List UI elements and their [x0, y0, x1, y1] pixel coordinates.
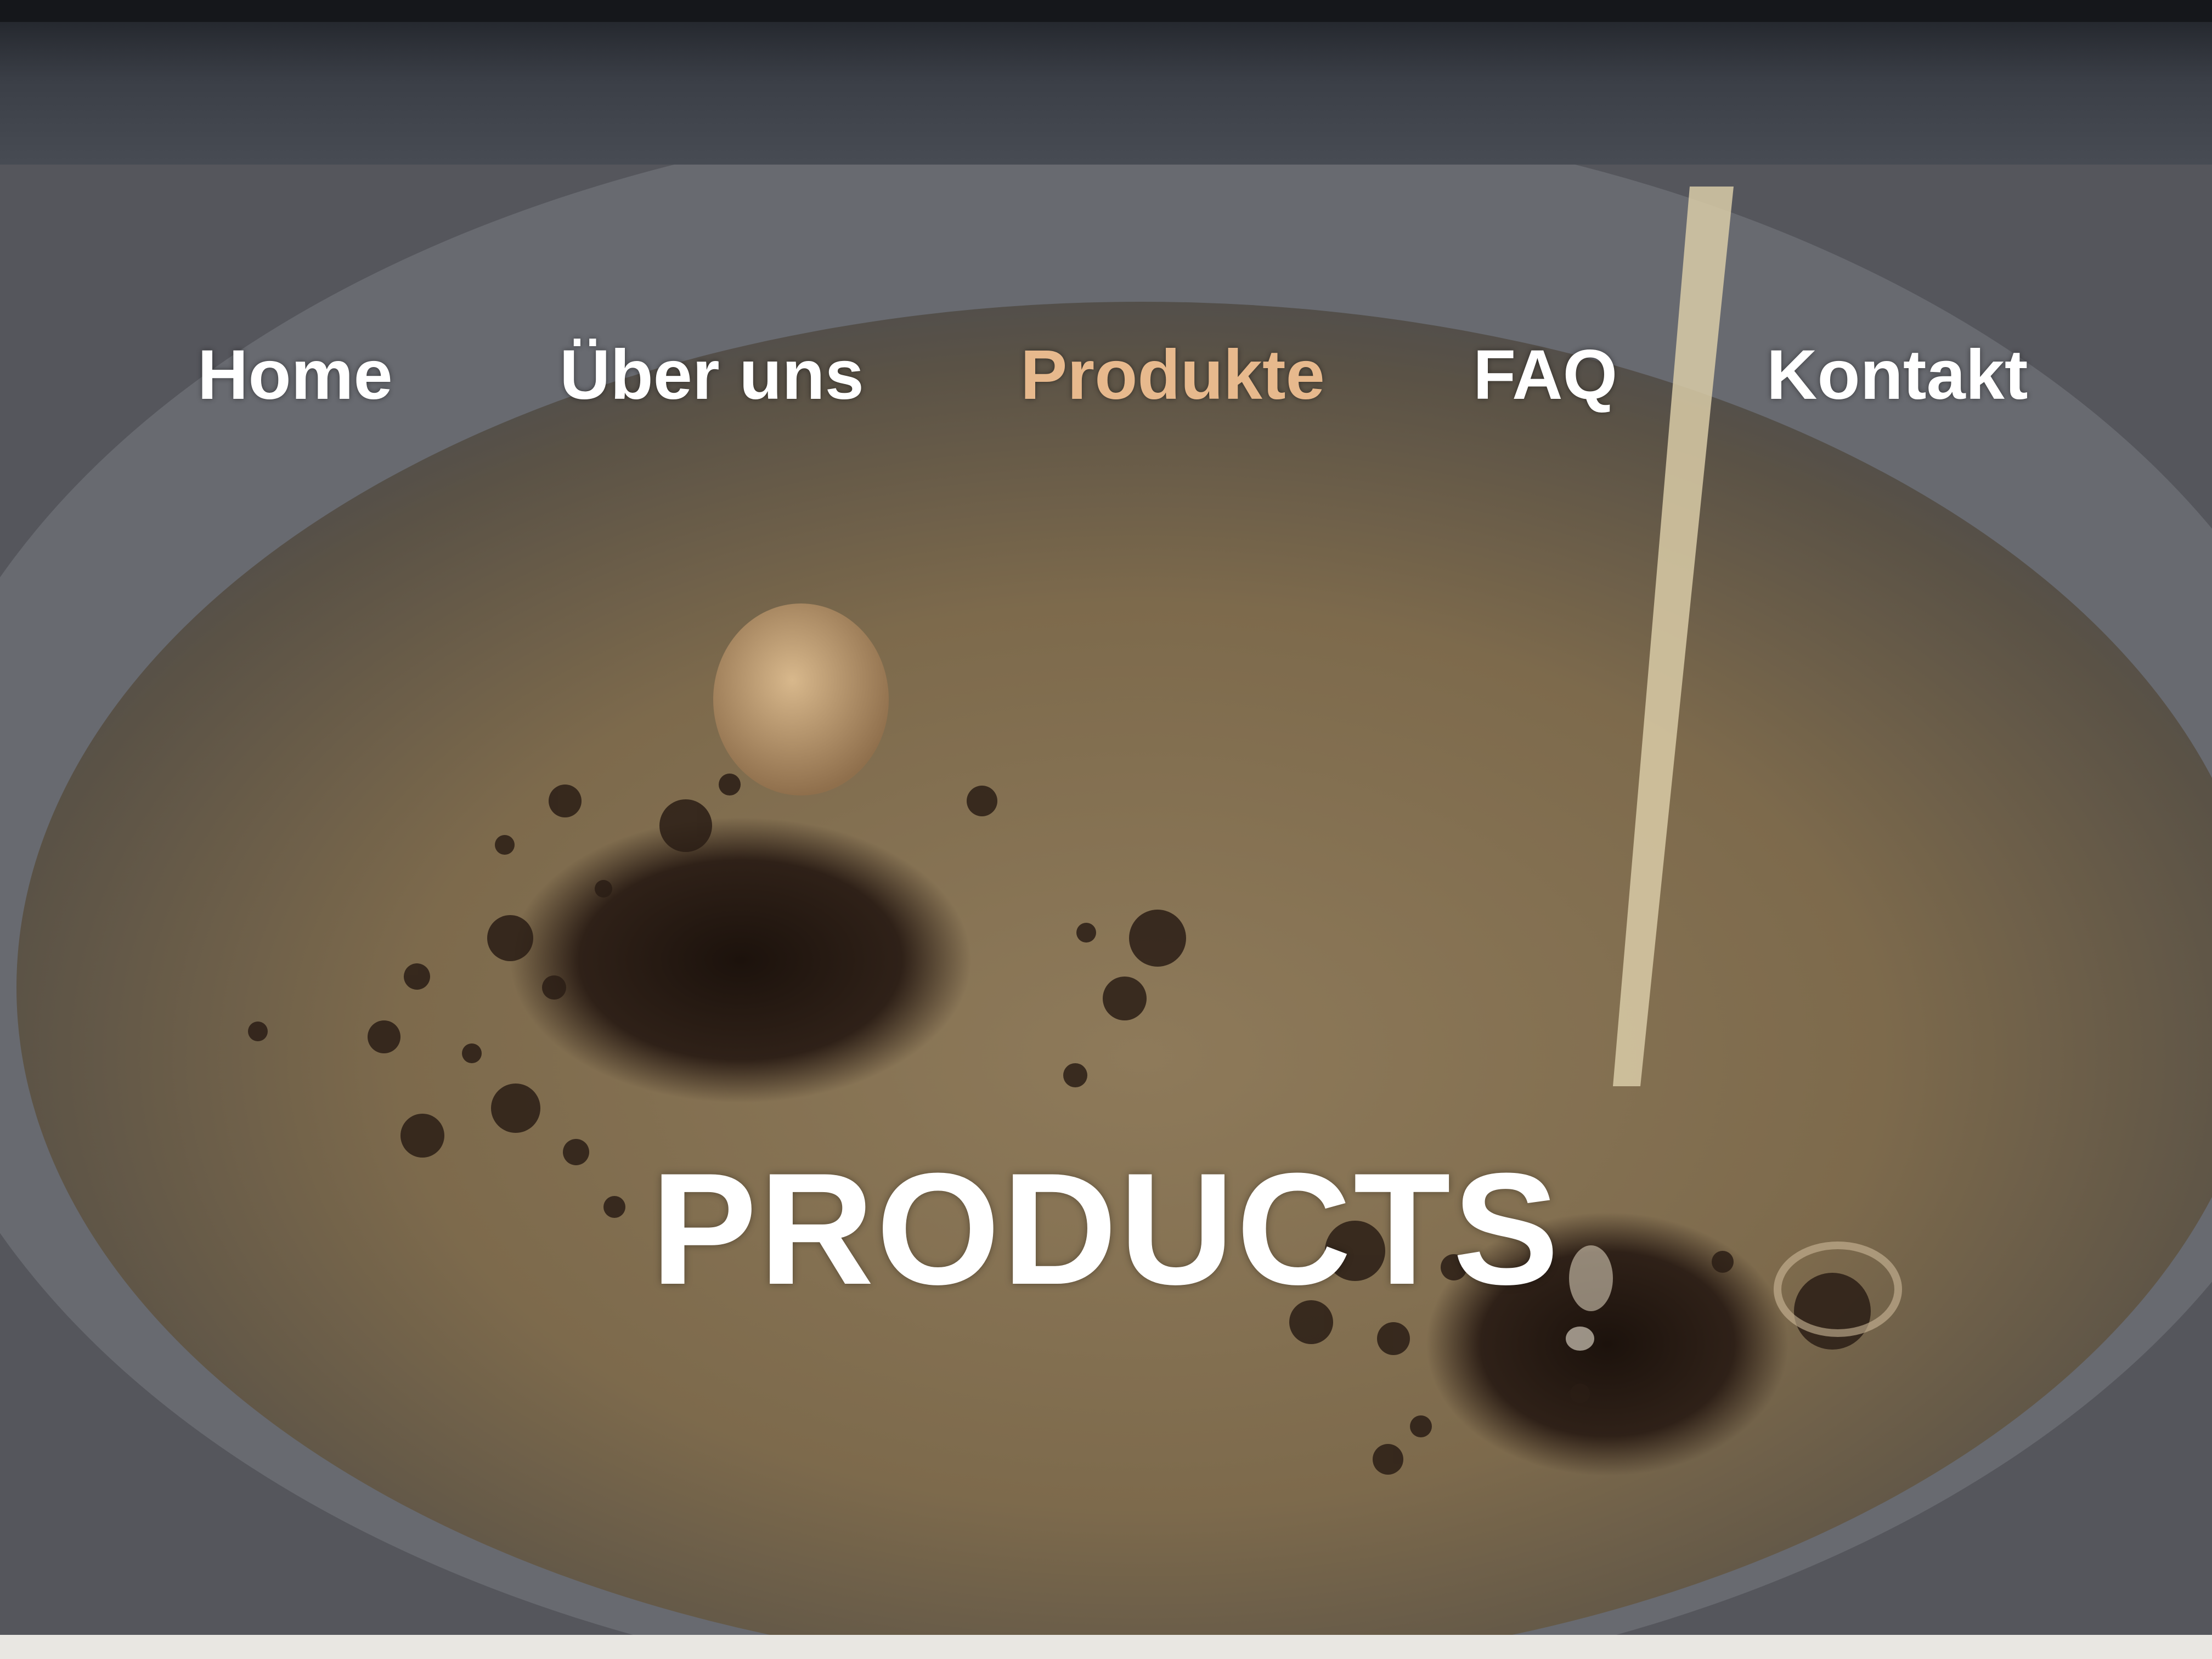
- nav-item-kontakt[interactable]: Kontakt: [1767, 335, 2028, 415]
- page-title: PRODUCTS: [651, 1140, 1561, 1318]
- nav-item-produkte[interactable]: Produkte: [1020, 335, 1325, 415]
- nav-item-ueber-uns[interactable]: Über uns: [560, 335, 864, 415]
- browser-top-bar: [0, 0, 2212, 181]
- main-navigation: Home Über uns Produkte FAQ Kontakt: [0, 335, 2212, 444]
- monitor-bezel: [0, 0, 2212, 22]
- page-content-edge: [0, 1635, 2212, 1659]
- screen: Home Über uns Produkte FAQ Kontakt PRODU…: [0, 0, 2212, 1659]
- nav-item-home[interactable]: Home: [198, 335, 393, 415]
- nav-item-faq[interactable]: FAQ: [1473, 335, 1617, 415]
